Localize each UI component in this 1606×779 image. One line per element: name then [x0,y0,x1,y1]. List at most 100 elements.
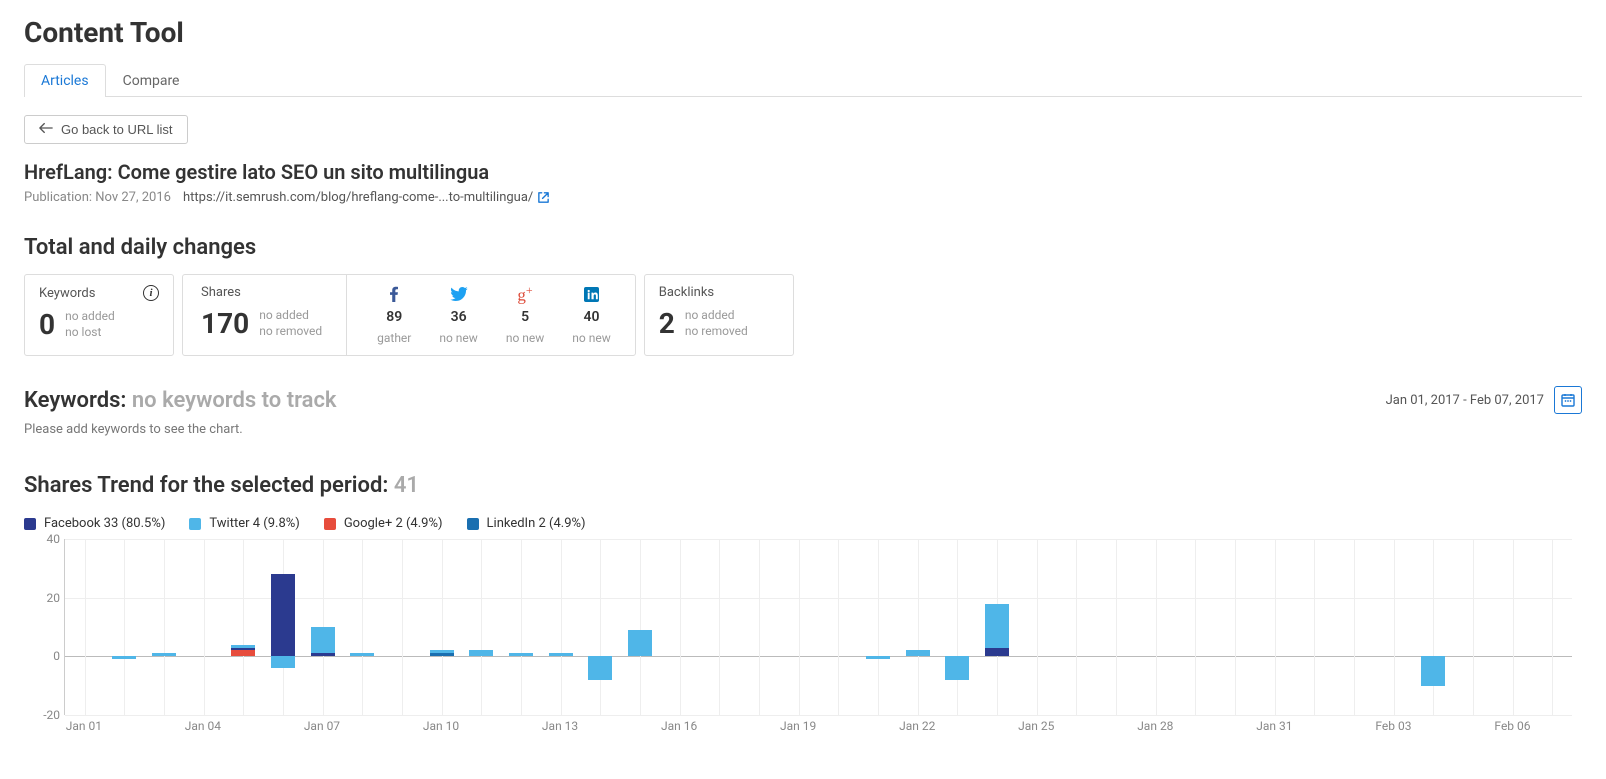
twitter-icon [450,285,468,303]
stat-row: Keywords i 0 no added no lost Shares 170… [24,274,1582,356]
bar-group [906,539,930,715]
x-tick-label: Jan 22 [899,719,935,733]
arrow-left-icon [39,122,53,137]
bar-segment-twitter [311,627,335,653]
bar-group [509,539,533,715]
legend-linkedin: LinkedIn 2 (4.9%) [467,516,586,531]
stat-delta: no removed [685,324,748,340]
x-tick-label: Jan 25 [1018,719,1054,733]
bar-group [112,539,136,715]
share-col-twitter: 36 no new [439,285,477,345]
share-sub: no new [572,331,610,345]
share-col-gplus: g+ 5 no new [506,285,544,345]
totals-heading: Total and daily changes [24,235,1582,260]
stat-label: Backlinks [659,285,714,300]
article-meta: Publication: Nov 27, 2016 https://it.sem… [24,190,1582,205]
x-tick-label: Jan 13 [542,719,578,733]
go-back-button[interactable]: Go back to URL list [24,115,188,144]
x-tick-label: Jan 10 [423,719,459,733]
share-networks: 89 gather 36 no new g+ 5 no new 40 no new [371,285,617,345]
bar-group [152,539,176,715]
bar-group [469,539,493,715]
bar-segment-twitter [112,656,136,659]
stat-backlinks: Backlinks 2 no added no removed [644,274,794,356]
facebook-icon [387,285,401,303]
info-icon[interactable]: i [143,285,159,301]
x-tick-label: Jan 07 [304,719,340,733]
external-link-icon[interactable] [537,191,550,204]
y-tick-label: 40 [47,532,61,546]
stat-delta: no added [685,308,748,324]
share-count: 36 [451,309,467,325]
bar-group [350,539,374,715]
x-tick-label: Jan 28 [1137,719,1173,733]
share-count: 89 [386,309,402,325]
stat-shares: Shares 170 no added no removed 89gather3… [182,274,636,356]
share-sub: no new [439,331,477,345]
article-url[interactable]: https://it.semrush.com/blog/hreflang-com… [183,190,533,205]
bar-group [588,539,612,715]
share-col-facebook: 89 gather [377,285,411,345]
share-sub: gather [377,331,411,345]
bar-group [271,539,295,715]
share-sub: no new [506,331,544,345]
bar-segment-facebook [271,574,295,656]
go-back-label: Go back to URL list [61,122,173,137]
tabs: Articles Compare [24,63,1582,97]
stat-label: Keywords [39,286,95,301]
bar-group [231,539,255,715]
stat-delta: no added [65,309,115,325]
bar-group [866,539,890,715]
x-tick-label: Feb 06 [1494,719,1530,733]
y-tick-label: 0 [53,649,60,663]
linkedin-icon [584,285,599,303]
bar-group [1421,539,1445,715]
bar-group [985,539,1009,715]
bar-segment-twitter [231,645,255,648]
stat-value: 170 [201,310,249,338]
bar-group [628,539,652,715]
bar-segment-facebook [985,648,1009,657]
calendar-button[interactable] [1554,386,1582,414]
stat-delta: no added [259,308,322,324]
stat-label: Shares [201,285,241,300]
stat-value: 2 [659,310,675,338]
swatch-icon [189,518,201,530]
stat-value: 0 [39,311,55,339]
bar-segment-twitter [509,653,533,656]
bar-segment-twitter [628,630,652,656]
x-tick-label: Jan 01 [66,719,102,733]
shares-trend-chart: -2002040 Jan 01Jan 04Jan 07Jan 10Jan 13J… [64,539,1572,739]
x-tick-label: Jan 04 [185,719,221,733]
bar-group [945,539,969,715]
page-title: Content Tool [24,0,1582,63]
article-title: HrefLang: Come gestire lato SEO un sito … [24,160,1582,184]
share-col-linkedin: 40 no new [572,285,610,345]
y-tick-label: 20 [47,591,61,605]
share-count: 5 [521,309,529,325]
bar-segment-twitter [152,653,176,656]
bar-segment-twitter [469,650,493,656]
y-tick-label: -20 [43,708,60,722]
x-tick-label: Jan 19 [780,719,816,733]
tab-compare[interactable]: Compare [106,64,197,97]
bar-group [430,539,454,715]
keywords-note: Please add keywords to see the chart. [24,422,1582,437]
swatch-icon [324,518,336,530]
date-range-label: Jan 01, 2017 - Feb 07, 2017 [1386,393,1544,408]
bar-segment-twitter [350,653,374,656]
bar-group [549,539,573,715]
bar-segment-twitter [430,650,454,653]
bar-segment-facebook [311,653,335,656]
tab-articles[interactable]: Articles [24,64,106,97]
publication-date: Publication: Nov 27, 2016 [24,190,171,205]
x-tick-label: Jan 31 [1256,719,1292,733]
stat-keywords: Keywords i 0 no added no lost [24,274,174,356]
share-count: 40 [584,309,600,325]
bar-segment-twitter [549,653,573,656]
bar-segment-twitter [985,604,1009,648]
bar-segment-twitter [588,656,612,679]
gplus-icon: g+ [517,285,532,303]
x-tick-label: Feb 03 [1375,719,1411,733]
bar-segment-facebook [231,648,255,651]
